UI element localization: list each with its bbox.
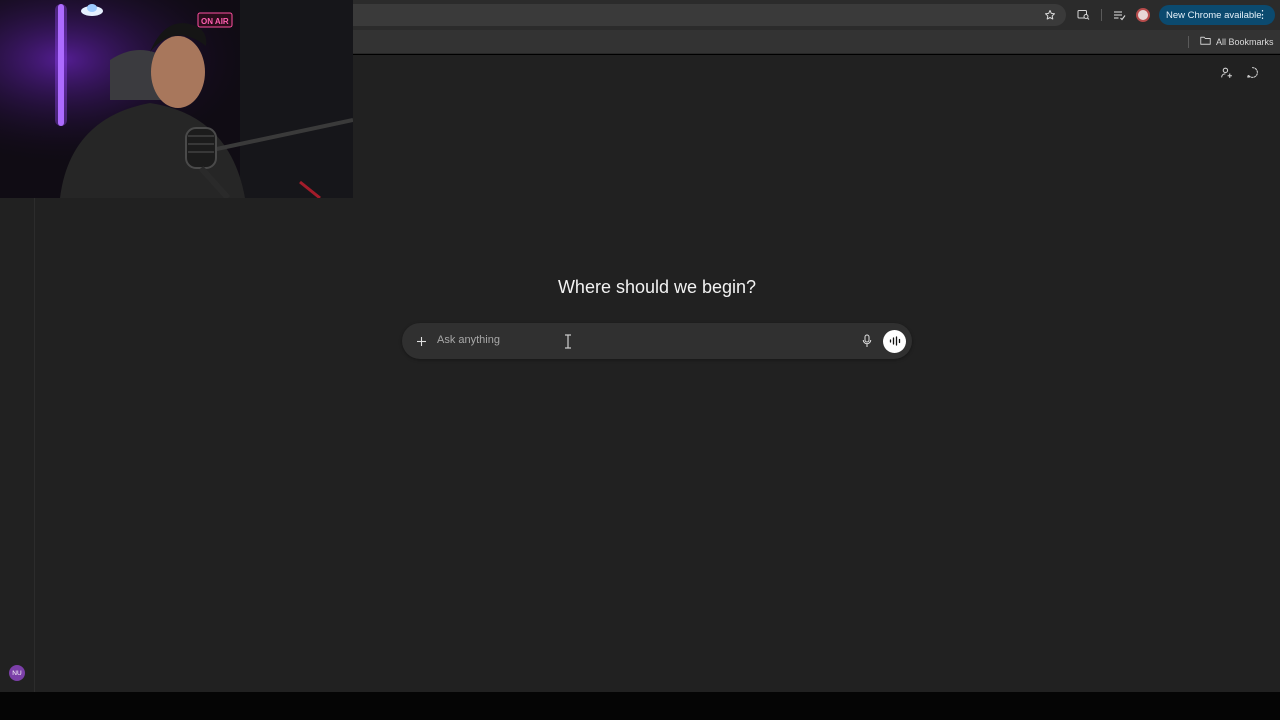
chat-composer [402,323,912,359]
all-bookmarks-button[interactable]: All Bookmarks [1200,36,1274,47]
add-person-icon[interactable] [1218,64,1234,80]
page-title: Where should we begin? [557,277,757,297]
waveform-icon [889,333,901,351]
folder-icon [1200,36,1211,47]
bookmarks-separator [1188,36,1189,48]
microphone-icon[interactable] [859,332,875,349]
toolbar-separator [1101,9,1102,21]
webcam-overlay: ON AIR [0,0,353,198]
voice-mode-button[interactable] [883,330,906,353]
temporary-chat-icon[interactable] [1244,64,1260,80]
update-label: New Chrome available [1166,9,1262,21]
user-avatar[interactable]: NU [9,665,25,681]
new-chrome-available-button[interactable]: New Chrome available ⋮ [1159,5,1275,25]
on-air-sign: ON AIR [197,12,233,28]
text-cursor-icon [564,334,572,349]
all-bookmarks-label: All Bookmarks [1216,36,1274,47]
star-icon[interactable] [1042,7,1058,23]
ask-anything-input[interactable] [437,334,737,346]
svg-text:ON AIR: ON AIR [201,17,229,26]
tab-search-icon[interactable] [1075,7,1091,23]
plus-icon[interactable] [413,333,429,349]
reading-list-icon[interactable] [1111,7,1127,23]
profile-avatar-icon[interactable] [1136,8,1150,22]
neon-tube [55,4,67,126]
bottom-letterbox [0,692,1280,720]
address-bar[interactable] [340,4,1066,26]
menu-dots-icon[interactable]: ⋮ [1257,8,1268,22]
